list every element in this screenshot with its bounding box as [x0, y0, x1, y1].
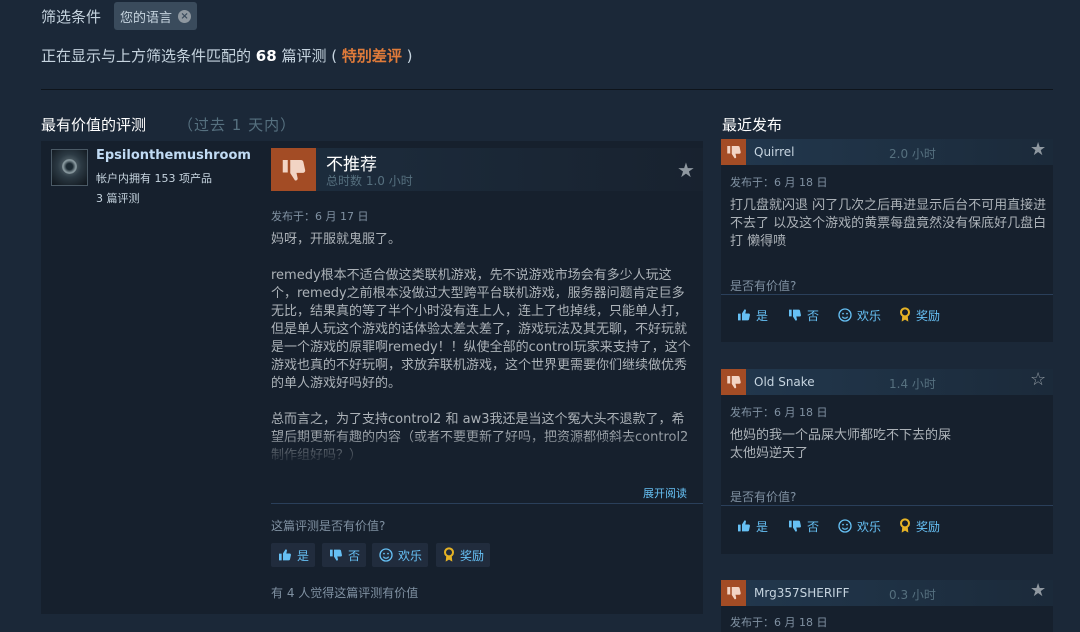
recent-review-text: 打几盘就闪退 闪了几次之后再进显示后台不可用直接进不去了 以及这个游戏的黄票每盘…: [730, 198, 1047, 249]
read-more-link[interactable]: 展开阅读: [643, 485, 687, 501]
review-separator: [271, 503, 703, 504]
star-icon[interactable]: ★: [1030, 582, 1046, 600]
smiley-icon: [838, 519, 852, 533]
results-prefix: 正在显示与上方筛选条件匹配的: [41, 47, 252, 65]
recent-review-playtime: 2.0 小时: [889, 147, 936, 161]
author-name[interactable]: Epsilonthemushroom: [96, 148, 251, 163]
thumbs-down-icon: [271, 148, 316, 191]
star-icon[interactable]: ★: [677, 160, 695, 180]
vote-funny-button[interactable]: 欢乐: [372, 543, 429, 567]
author-products-owned[interactable]: 帐户内拥有 153 项产品: [96, 170, 212, 186]
results-suffix: 篇评测 (: [281, 47, 338, 65]
language-filter-chip[interactable]: 您的语言 ×: [114, 2, 198, 30]
recent-review-line: 太他妈逆天了: [730, 446, 809, 461]
recent-review-posted: 发布于：6 月 18 日: [730, 406, 828, 419]
review-text-fade: [271, 430, 696, 466]
vote-no-label: 否: [807, 519, 820, 534]
thumbs-down-icon: [721, 139, 746, 165]
vote-yes-label: 是: [756, 519, 769, 534]
award-button[interactable]: 奖励: [892, 303, 946, 327]
author-avatar[interactable]: [51, 149, 88, 186]
smiley-icon: [838, 308, 852, 322]
most-helpful-title: 最有价值的评测: [41, 116, 147, 134]
vote-no-label: 否: [348, 548, 361, 563]
recent-review-author[interactable]: Quirrel: [754, 145, 795, 159]
results-close-paren: ): [406, 47, 413, 65]
thumbs-up-icon: [738, 309, 750, 321]
thumbs-down-icon: [721, 369, 746, 395]
vote-no-button[interactable]: 否: [322, 543, 367, 567]
recent-reviews-title: 最近发布: [722, 116, 783, 134]
review-paragraph: 妈呀，开服就鬼服了。: [271, 232, 402, 247]
vote-yes-button[interactable]: 是: [271, 543, 316, 567]
results-count: 68: [255, 47, 277, 65]
thumbs-up-icon: [738, 520, 750, 532]
review-playtime: 总时数 1.0 小时: [326, 174, 413, 188]
award-icon: [900, 307, 910, 322]
vote-no-label: 否: [807, 308, 820, 323]
star-icon[interactable]: ★: [1030, 141, 1046, 159]
recent-review-playtime: 1.4 小时: [889, 377, 936, 391]
most-helpful-timeframe: （过去 1 天内）: [178, 116, 297, 134]
author-review-count[interactable]: 3 篇评测: [96, 190, 140, 206]
vote-yes-label: 是: [297, 548, 310, 563]
award-button[interactable]: 奖励: [892, 514, 946, 538]
vote-funny-label: 欢乐: [398, 548, 423, 563]
results-summary: 正在显示与上方筛选条件匹配的 68 篇评测 ( 特别差评 ): [41, 45, 413, 66]
award-icon: [444, 547, 454, 562]
recent-review-line: 他妈的我一个品屎大师都吃不下去的屎: [730, 428, 952, 443]
vote-funny-label: 欢乐: [857, 519, 882, 534]
vote-funny-label: 欢乐: [857, 308, 882, 323]
review-paragraph: remedy根本不适合做这类联机游戏，先不说游戏市场会有多少人玩这个，remed…: [271, 268, 691, 391]
vote-yes-button[interactable]: 是: [730, 514, 774, 538]
award-button[interactable]: 奖励: [436, 543, 491, 567]
star-outline-icon[interactable]: ☆: [1030, 371, 1046, 389]
thumbs-down-icon: [789, 520, 801, 532]
thumbs-down-icon: [721, 580, 746, 606]
overall-rating-tag[interactable]: 特别差评: [342, 47, 402, 65]
filter-chip-label: 您的语言: [120, 10, 173, 26]
award-label: 奖励: [916, 308, 941, 323]
vote-no-button[interactable]: 否: [781, 514, 825, 538]
review-separator: [721, 294, 1053, 295]
helpful-question: 这篇评测是否有价值?: [271, 519, 386, 533]
thumbs-down-icon: [789, 309, 801, 321]
recent-review-posted: 发布于：6 月 18 日: [730, 616, 828, 629]
vote-yes-label: 是: [756, 308, 769, 323]
vote-funny-button[interactable]: 欢乐: [831, 514, 887, 538]
review-separator: [721, 505, 1053, 506]
vote-funny-button[interactable]: 欢乐: [831, 303, 887, 327]
award-icon: [900, 518, 910, 533]
award-label: 奖励: [916, 519, 941, 534]
helpful-question: 是否有价值?: [730, 490, 797, 504]
recent-review-author[interactable]: Mrg357SHERIFF: [754, 586, 850, 600]
recent-review-playtime: 0.3 小时: [889, 588, 936, 602]
recent-review-posted: 发布于：6 月 18 日: [730, 176, 828, 189]
thumbs-up-icon: [279, 549, 291, 561]
header-divider: [41, 89, 1053, 90]
review-posted-date: 发布于：6 月 17 日: [271, 210, 369, 223]
helpful-question: 是否有价值?: [730, 279, 797, 293]
recent-review-text: 他妈的我一个品屎大师都吃不下去的屎 太他妈逆天了: [730, 427, 1050, 463]
remove-filter-icon[interactable]: ×: [178, 9, 192, 23]
smiley-icon: [379, 548, 393, 562]
vote-no-button[interactable]: 否: [781, 303, 825, 327]
avatar-eye-icon: [62, 159, 77, 174]
recent-review-author[interactable]: Old Snake: [754, 375, 815, 389]
filter-label: 筛选条件: [41, 8, 102, 26]
award-label: 奖励: [460, 548, 485, 563]
found-helpful-count: 有 4 人觉得这篇评测有价值: [271, 586, 419, 600]
vote-yes-button[interactable]: 是: [730, 303, 774, 327]
thumbs-down-icon: [330, 549, 342, 561]
